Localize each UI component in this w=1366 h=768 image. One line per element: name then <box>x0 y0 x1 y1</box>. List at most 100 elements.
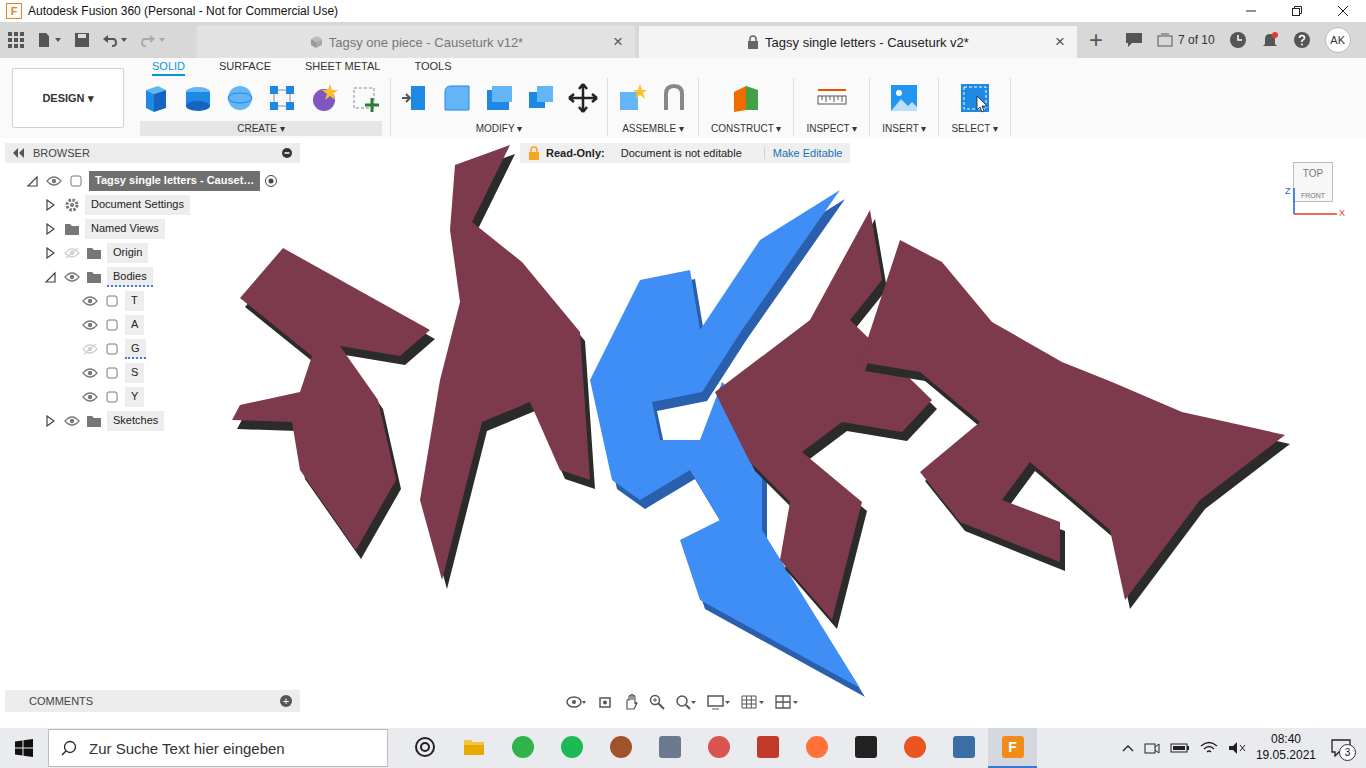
document-icon[interactable] <box>309 35 323 49</box>
grid-icon[interactable] <box>8 32 24 48</box>
minus-icon[interactable] <box>282 148 292 158</box>
ribbon-group-label[interactable]: CREATE ▾ <box>140 121 382 136</box>
plane-tool-icon[interactable] <box>730 82 762 114</box>
start-button[interactable] <box>0 728 48 768</box>
chevron-up-icon[interactable] <box>1122 744 1134 752</box>
taskbar-app[interactable] <box>841 728 890 768</box>
minimize-button[interactable] <box>1228 0 1274 22</box>
body-shape[interactable] <box>420 145 595 589</box>
ribbon-group-label[interactable]: ASSEMBLE ▾ <box>616 121 690 136</box>
speaker-muted-icon[interactable] <box>1228 741 1246 755</box>
close-button[interactable] <box>1320 0 1366 22</box>
ribbon-group-label[interactable]: SELECT ▾ <box>947 121 1002 136</box>
display-icon[interactable] <box>707 694 731 710</box>
eye-icon[interactable] <box>82 367 98 379</box>
collapsed-icon[interactable] <box>44 223 56 235</box>
eye-slot[interactable] <box>45 172 63 190</box>
file-icon[interactable] <box>36 32 52 48</box>
make-editable-link[interactable]: Make Editable <box>764 147 843 159</box>
tree-row[interactable]: T <box>5 289 300 313</box>
taskbar-app[interactable] <box>792 728 841 768</box>
battery-icon[interactable] <box>1170 742 1190 754</box>
taskbar-app[interactable] <box>400 728 449 768</box>
eye-slot[interactable] <box>63 412 81 430</box>
image-tool-icon[interactable] <box>888 82 920 114</box>
eye-icon[interactable] <box>82 343 98 355</box>
eye-icon[interactable] <box>64 247 80 259</box>
ribbon-group-label[interactable]: INSPECT ▾ <box>802 121 861 136</box>
document-tab[interactable]: Tagsy one piece - Causeturk v12*× <box>197 26 635 58</box>
lock-icon[interactable] <box>528 146 540 160</box>
ribbon-tab[interactable]: SURFACE <box>219 60 271 76</box>
expander[interactable] <box>41 268 59 286</box>
eye-slot[interactable] <box>81 364 99 382</box>
tree-row[interactable]: G <box>5 337 300 361</box>
dropdown-icon[interactable] <box>120 36 128 44</box>
eye-slot[interactable] <box>81 316 99 334</box>
body-shape[interactable] <box>232 248 435 559</box>
press-tool-icon[interactable] <box>399 82 431 114</box>
help-icon[interactable] <box>1293 31 1311 49</box>
taskbar-app[interactable]: F <box>988 728 1037 768</box>
form-tool-icon[interactable] <box>308 82 340 114</box>
dropdown-icon[interactable] <box>54 36 62 44</box>
grid-display-icon[interactable] <box>741 694 765 710</box>
redo-icon[interactable] <box>140 32 156 48</box>
combine-tool-icon[interactable] <box>525 82 557 114</box>
taskbar-app[interactable] <box>890 728 939 768</box>
eye-slot[interactable] <box>81 388 99 406</box>
sketch-tool-icon[interactable] <box>350 82 382 114</box>
ribbon-tab[interactable]: SOLID <box>152 60 185 76</box>
pan-icon[interactable] <box>623 694 639 710</box>
dropdown-icon[interactable] <box>158 36 166 44</box>
measure-tool-icon[interactable] <box>816 82 848 114</box>
collapsed-icon[interactable] <box>44 247 56 259</box>
viewports-icon[interactable] <box>775 694 799 710</box>
eye-slot[interactable] <box>81 340 99 358</box>
orbit-icon[interactable] <box>565 694 587 710</box>
expander[interactable] <box>41 196 59 214</box>
expander[interactable] <box>23 172 41 190</box>
tree-row[interactable]: S <box>5 361 300 385</box>
zoom-icon[interactable] <box>649 694 665 710</box>
tab-close-button[interactable]: × <box>1055 32 1065 52</box>
collapse-panel-icon[interactable] <box>13 148 25 158</box>
fit-icon[interactable] <box>675 694 697 710</box>
taskbar-app[interactable] <box>939 728 988 768</box>
tree-row[interactable]: Named Views <box>5 217 300 241</box>
workspace-switcher[interactable]: DESIGN ▾ <box>12 68 124 128</box>
view-cube[interactable]: TOPFRONTZX <box>1285 158 1347 220</box>
expander[interactable] <box>41 412 59 430</box>
sphere-tool-icon[interactable] <box>224 82 256 114</box>
clock-icon[interactable] <box>1229 31 1247 49</box>
tree-row[interactable]: A <box>5 313 300 337</box>
save-button[interactable] <box>74 32 90 48</box>
new-tab-button[interactable]: + <box>1079 22 1113 58</box>
expander[interactable] <box>41 244 59 262</box>
select-tool-icon[interactable] <box>959 82 991 114</box>
eye-icon[interactable] <box>64 271 80 283</box>
ribbon-group-label[interactable]: MODIFY ▾ <box>399 121 599 136</box>
tree-row[interactable]: Sketches <box>5 409 300 433</box>
tab-close-button[interactable]: × <box>613 32 623 52</box>
pattern-tool-icon[interactable] <box>266 82 298 114</box>
body-shape[interactable] <box>860 240 1290 609</box>
save-icon[interactable] <box>74 32 90 48</box>
eye-icon[interactable] <box>82 391 98 403</box>
taskbar-app[interactable] <box>498 728 547 768</box>
eye-slot[interactable] <box>81 292 99 310</box>
expanded-icon[interactable] <box>44 271 56 283</box>
ribbon-group-label[interactable]: INSERT ▾ <box>878 121 930 136</box>
eye-icon[interactable] <box>46 175 62 187</box>
newcomp-tool-icon[interactable] <box>616 82 648 114</box>
data-panel-button[interactable] <box>8 32 24 48</box>
expanded-icon[interactable] <box>26 175 38 187</box>
ribbon-tab[interactable]: TOOLS <box>414 60 451 76</box>
viewport[interactable]: BROWSERTagsy single letters - Causet…Doc… <box>0 138 1366 728</box>
explorer-icon[interactable] <box>463 737 485 757</box>
view-cube-face[interactable]: TOPFRONT <box>1293 162 1333 202</box>
restore-button[interactable] <box>1274 0 1320 22</box>
eye-icon[interactable] <box>82 295 98 307</box>
minimize-icon[interactable] <box>1246 6 1256 16</box>
tree-root[interactable]: Tagsy single letters - Causet… <box>5 169 300 193</box>
